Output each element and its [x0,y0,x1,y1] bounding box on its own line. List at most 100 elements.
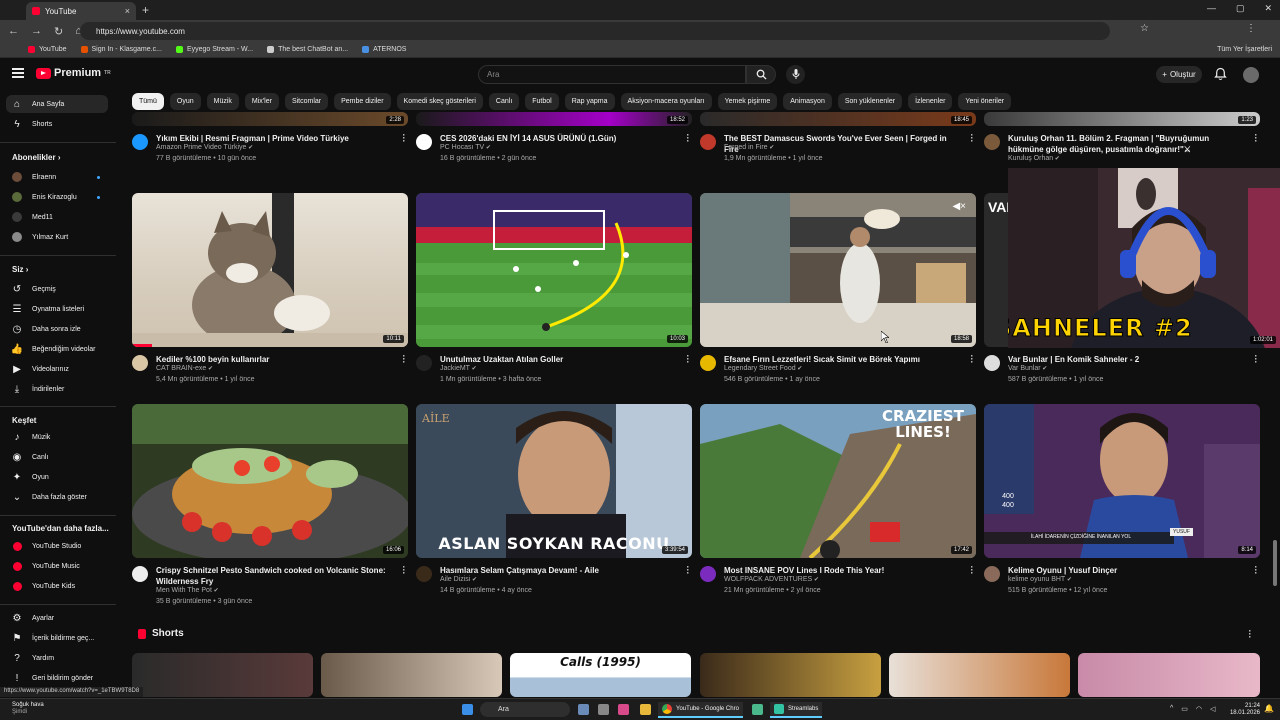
channel-name[interactable]: JackieMT ✔ [440,365,477,372]
video-title[interactable]: Unutulmaz Uzaktan Atılan Goller [440,354,678,365]
video-title[interactable]: Yıkım Ekibi | Resmi Fragman | Prime Vide… [156,133,394,144]
filter-chip[interactable]: Animasyon [783,93,832,110]
filter-chip[interactable]: Rap yapma [564,93,615,110]
sidebar-item[interactable]: ! Geri bildirim gönder [6,669,108,687]
channel-name[interactable]: Legendary Street Food ✔ [724,365,802,372]
sidebar-item[interactable]: 👍 Beğendiğim videolar [6,340,108,358]
video-title[interactable]: Kediler %100 beyin kullanırlar [156,354,394,365]
bookmark-item[interactable]: Eyyego Stream - W... [175,46,253,53]
video-thumbnail[interactable]: AİLE ASLAN SOYKAN RACONU 3:39:54 [416,404,692,558]
sidebar-item-shorts[interactable]: ϟ Shorts [6,115,108,133]
channel-avatar[interactable] [416,566,432,582]
new-tab-icon[interactable]: + [142,3,149,17]
more-options-icon[interactable]: · · · [1253,131,1259,146]
sidebar-item[interactable]: ◷ Daha sonra izle [6,320,108,338]
taskbar-search[interactable]: Ara [480,702,570,717]
filter-chip[interactable]: Komedi skeç gösterileri [396,93,483,110]
short-thumbnail[interactable]: Calls (1995) [510,653,691,697]
wifi-icon[interactable]: ◠ [1196,705,1202,713]
video-title[interactable]: Crispy Schnitzel Pesto Sandwich cooked o… [156,565,394,587]
sidebar-item-subscription[interactable]: Med11 [6,208,108,226]
filter-chip[interactable]: Son yüklenenler [837,93,903,110]
maximize-icon[interactable]: ▢ [1236,3,1245,14]
sidebar-item[interactable]: ⚙ Ayarlar [6,609,108,627]
short-thumbnail[interactable] [132,653,313,697]
back-icon[interactable]: ← [8,25,19,37]
start-menu-icon[interactable] [462,704,473,715]
more-options-icon[interactable]: · · · [969,131,975,146]
channel-avatar[interactable] [700,134,716,150]
filter-chip[interactable]: Canlı [488,93,520,110]
scrollbar-thumb[interactable] [1273,540,1277,586]
video-title[interactable]: Kuruluş Orhan 11. Bölüm 2. Fragman | "Bu… [1008,133,1246,155]
search-button[interactable] [746,65,776,84]
weather-widget[interactable]: Soğuk hava Şimdi [12,702,44,716]
close-tab-icon[interactable]: × [125,6,130,16]
filter-chip[interactable]: Sitcomlar [284,93,329,110]
taskbar-app-icon[interactable] [618,704,629,715]
more-options-icon[interactable]: · · · [969,563,975,578]
sidebar-item-subscription[interactable]: Yılmaz Kurt [6,228,108,246]
channel-avatar[interactable] [132,355,148,371]
channel-name[interactable]: Kuruluş Orhan ✔ [1008,155,1060,162]
create-button[interactable]: + Oluştur [1156,66,1202,83]
star-icon[interactable]: ☆ [1140,23,1149,34]
more-options-icon[interactable]: · · · [685,131,691,146]
video-thumbnail[interactable]: 16:06 [132,404,408,558]
channel-name[interactable]: Forged in Fire ✔ [724,144,774,151]
channel-avatar[interactable] [132,566,148,582]
taskbar-streamlabs-app[interactable]: Streamlabs [770,702,823,718]
filter-chip[interactable]: Mix'ler [244,93,279,110]
sidebar-item[interactable]: YouTube Studio [6,537,108,555]
short-thumbnail[interactable] [700,653,881,697]
channel-avatar[interactable] [700,355,716,371]
sidebar-item[interactable]: YouTube Music [6,557,108,575]
video-thumbnail[interactable]: 2:28 [132,112,408,126]
video-thumbnail[interactable]: 18:52 [416,112,692,126]
filter-chip[interactable]: İzlenenler [908,93,953,110]
video-title[interactable]: Efsane Fırın Lezzetleri! Sıcak Simit ve … [724,354,962,365]
video-title[interactable]: Hasımlara Selam Çatışmaya Devam! - Aile [440,565,678,576]
subscriptions-heading[interactable]: Abonelikler › [12,153,60,162]
mute-icon[interactable]: ◀× [952,201,966,212]
short-thumbnail[interactable] [1078,653,1260,697]
sidebar-item[interactable]: ◉ Canlı [6,448,108,466]
browser-tab[interactable]: YouTube × [26,2,136,20]
more-options-icon[interactable]: · · · [1253,563,1259,578]
sidebar-item[interactable]: ⌄ Daha fazla göster [6,488,108,506]
sidebar-item[interactable]: ▶ Videolarınız [6,360,108,378]
filter-chip[interactable]: Pembe diziler [334,93,391,110]
filter-chip[interactable]: Tümü [132,93,164,110]
more-options-icon[interactable]: · · · [1247,627,1253,642]
more-options-icon[interactable]: · · · [685,563,691,578]
file-explorer-icon[interactable] [640,704,651,715]
channel-avatar[interactable] [132,134,148,150]
youtube-logo[interactable]: Premium TR [36,67,111,79]
taskbar-clock[interactable]: 21:24 18.01.2026 [1230,703,1260,717]
sidebar-item[interactable]: ♪ Müzik [6,428,108,446]
filter-chip[interactable]: Müzik [206,93,239,110]
reload-icon[interactable]: ↻ [54,25,63,38]
sidebar-item[interactable]: YouTube Kids [6,577,108,595]
bookmark-item[interactable]: YouTube [28,46,67,53]
channel-name[interactable]: Aile Dizisi ✔ [440,576,477,583]
voice-search-button[interactable] [786,65,805,84]
you-heading[interactable]: Siz › [12,265,28,274]
sidebar-item[interactable]: ✦ Oyun [6,468,108,486]
sidebar-item[interactable]: ↺ Geçmiş [6,280,108,298]
bookmark-item[interactable]: The best ChatBot an... [267,46,348,53]
filter-chip[interactable]: Futbol [525,93,559,110]
minimize-icon[interactable]: — [1207,3,1216,14]
video-thumbnail[interactable]: 400 400 İLAHİ İDARENİN ÇİZDİĞİNE İNANILA… [984,404,1260,558]
bookmark-item[interactable]: Sign In - Klasgame.c... [80,46,162,53]
sidebar-item[interactable]: ⚑ İçerik bildirme geç... [6,629,108,647]
more-options-icon[interactable]: · · · [401,131,407,146]
more-options-icon[interactable]: · · · [401,352,407,367]
filter-chip[interactable]: Aksiyon-macera oyunları [620,93,712,110]
video-title[interactable]: CES 2026'daki EN İYİ 14 ASUS ÜRÜNÜ (1.Gü… [440,133,678,144]
more-options-icon[interactable]: · · · [401,563,407,578]
video-title[interactable]: Most INSANE POV Lines I Rode This Year! [724,565,962,576]
video-thumbnail[interactable]: 10:11 [132,193,408,347]
taskbar-app-icon[interactable] [578,704,589,715]
account-avatar[interactable] [1243,67,1259,83]
